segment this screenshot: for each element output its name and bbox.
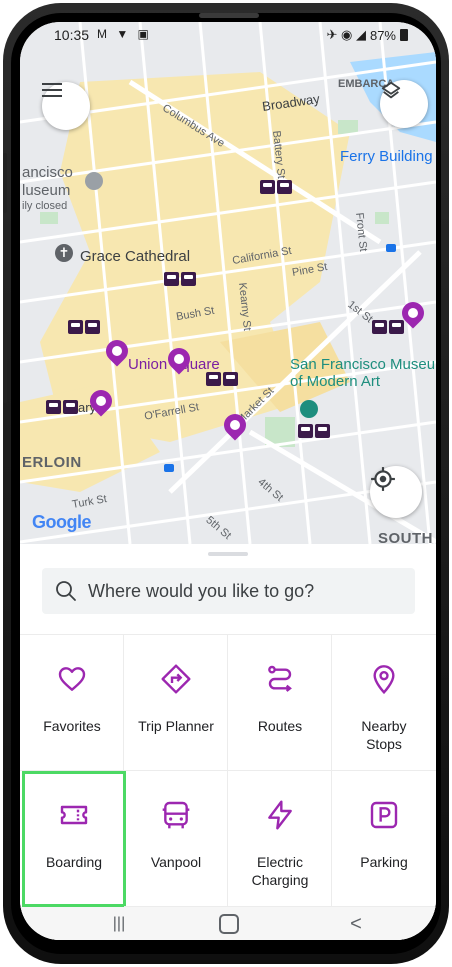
- tile-boarding[interactable]: Boarding: [22, 771, 126, 907]
- map-label-tenderloin: ERLOIN: [22, 454, 82, 471]
- bus-icon: [162, 801, 190, 829]
- tile-parking[interactable]: Parking: [332, 771, 436, 907]
- location-pin-icon: [373, 665, 395, 695]
- power-button: [3, 333, 7, 403]
- back-icon: <: [350, 912, 362, 935]
- speaker-grille: [199, 13, 259, 18]
- bus-stop-marker[interactable]: [164, 272, 196, 286]
- bus-stop-marker[interactable]: [206, 372, 238, 386]
- notification-icons: M ▼ ▣: [97, 27, 152, 41]
- map-view[interactable]: 10:35 M ▼ ▣ ✈ ◉ ◢ 87% EMBARCA Broadway C…: [20, 22, 436, 544]
- map-label-ferry-building[interactable]: Ferry Building: [340, 148, 433, 165]
- church-poi-icon[interactable]: ✝: [55, 244, 73, 262]
- search-bar[interactable]: Where would you like to go?: [42, 568, 415, 614]
- menu-button[interactable]: [42, 82, 90, 130]
- home-button[interactable]: [218, 913, 240, 935]
- transit-poi-icon: [164, 464, 174, 472]
- tile-vanpool[interactable]: Vanpool: [124, 771, 228, 907]
- bottom-sheet: Where would you like to go? Favorites Tr…: [20, 544, 436, 940]
- layers-button[interactable]: [380, 80, 428, 128]
- volume-button: [3, 153, 7, 213]
- bus-stop-marker[interactable]: [46, 400, 78, 414]
- recents-button[interactable]: |||: [106, 913, 132, 935]
- search-icon: [56, 581, 76, 601]
- tile-nearby-stops[interactable]: Nearby Stops: [332, 635, 436, 771]
- crosshair-icon: [371, 467, 395, 491]
- museum-poi-icon[interactable]: [85, 172, 103, 190]
- tile-label: Trip Planner: [138, 718, 214, 734]
- phone-screen: 10:35 M ▼ ▣ ✈ ◉ ◢ 87% EMBARCA Broadway C…: [20, 22, 436, 940]
- directions-icon: [161, 664, 191, 694]
- map-label-closed: ily closed: [22, 200, 68, 212]
- tile-label: Parking: [360, 854, 408, 870]
- battery-level: 87%: [369, 27, 396, 43]
- ticket-icon: [60, 805, 88, 825]
- lightning-icon: [268, 800, 292, 830]
- tile-label: Vanpool: [150, 854, 202, 870]
- back-button[interactable]: <: [346, 913, 366, 935]
- map-label-grace-cathedral[interactable]: Grace Cathedral: [80, 248, 190, 265]
- heart-icon: [58, 667, 86, 691]
- battery-icon: [400, 29, 408, 41]
- tile-label: Routes: [257, 718, 303, 734]
- bus-stop-marker[interactable]: [68, 320, 100, 334]
- bus-stop-marker[interactable]: [372, 320, 404, 334]
- home-icon: [219, 914, 239, 934]
- google-logo-text: Google: [32, 512, 92, 532]
- signal-icon: ✈ ◉ ◢: [326, 27, 366, 42]
- sfmoma-poi-icon[interactable]: [300, 400, 318, 418]
- transit-poi-icon: [386, 244, 396, 252]
- map-label-sfmoma[interactable]: San Francisco Museum of Modern Art: [290, 356, 436, 390]
- map-label-francisco: ancisco: [22, 164, 73, 181]
- my-location-button[interactable]: [370, 466, 422, 518]
- route-icon: [268, 665, 292, 692]
- tile-electric-charging[interactable]: Electric Charging: [228, 771, 332, 907]
- status-time: 10:35: [54, 27, 90, 43]
- sheet-drag-handle[interactable]: [208, 552, 248, 556]
- tile-favorites[interactable]: Favorites: [20, 635, 124, 771]
- google-logo: Google: [32, 512, 92, 533]
- tile-label: Electric Charging: [251, 854, 309, 888]
- tile-label: Nearby Stops: [361, 718, 407, 752]
- bus-stop-marker[interactable]: [260, 180, 292, 194]
- map-label-sfmoma-line1: San Francisco Museum: [290, 356, 436, 373]
- layers-icon: [381, 81, 401, 99]
- parking-icon: [370, 801, 398, 829]
- status-right: ✈ ◉ ◢ 87%: [326, 27, 408, 43]
- recents-icon: |||: [112, 915, 126, 932]
- map-label-sfmoma-line2: of Modern Art: [290, 373, 381, 390]
- tile-label: Boarding: [45, 854, 103, 870]
- map-label-museum: luseum: [22, 182, 71, 199]
- tile-trip-planner[interactable]: Trip Planner: [124, 635, 228, 771]
- hamburger-icon: [42, 83, 62, 97]
- status-bar: 10:35 M ▼ ▣ ✈ ◉ ◢ 87%: [20, 22, 436, 50]
- tile-routes[interactable]: Routes: [228, 635, 332, 771]
- tile-label: Favorites: [43, 718, 101, 734]
- search-placeholder: Where would you like to go?: [88, 580, 315, 601]
- map-label-south: SOUTH: [378, 530, 433, 544]
- android-nav-bar: ||| <: [20, 907, 436, 940]
- feature-grid: Favorites Trip Planner Routes Nearby Sto…: [20, 635, 436, 907]
- bus-stop-marker[interactable]: [298, 424, 330, 438]
